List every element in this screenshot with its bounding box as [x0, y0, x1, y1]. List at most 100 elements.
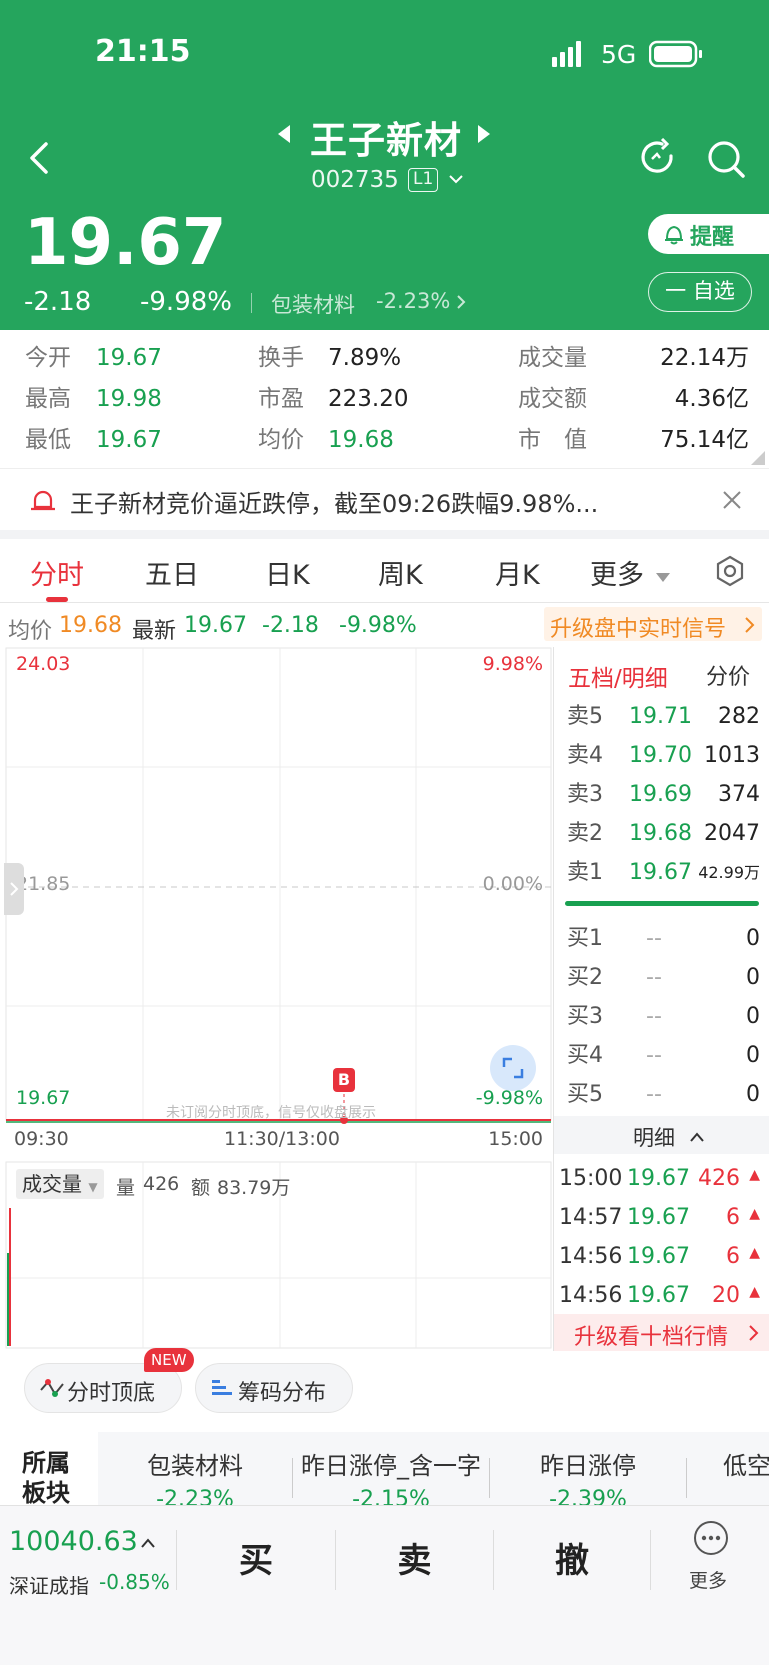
- caret-down-icon: ▼: [88, 1180, 98, 1194]
- ask-price: 19.69: [629, 782, 692, 807]
- high-label: 最高: [25, 386, 71, 412]
- up-arrow-icon: ▲: [749, 1167, 760, 1183]
- ask-row: 卖4 19.70 1013: [554, 736, 769, 775]
- sector-link-name[interactable]: 包装材料: [271, 289, 355, 319]
- next-stock-icon[interactable]: [476, 125, 490, 143]
- sell-button[interactable]: 卖: [336, 1506, 493, 1616]
- upgrade-signal-button[interactable]: 升级盘中实时信号: [544, 607, 762, 642]
- tab-more[interactable]: 更多: [590, 553, 644, 592]
- low-label: 最低: [25, 427, 71, 453]
- watchlist-button[interactable]: 一 自选: [648, 272, 752, 312]
- time-mid: 11:30/13:00: [224, 1128, 340, 1150]
- ask-label: 卖2: [567, 821, 603, 846]
- prev-stock-icon[interactable]: [278, 125, 292, 143]
- sector-item[interactable]: 昨日涨停 -2.39%: [490, 1432, 686, 1507]
- buy-button[interactable]: 买: [177, 1506, 335, 1616]
- ask-row: 卖2 19.68 2047: [554, 814, 769, 853]
- ask-volume: 2047: [704, 821, 760, 846]
- fullscreen-button[interactable]: [490, 1045, 536, 1091]
- bid-volume: 0: [746, 1004, 760, 1029]
- stock-name[interactable]: 王子新材: [310, 110, 462, 164]
- orderbook-tab-level5[interactable]: 五档/明细: [568, 659, 668, 693]
- tab-five-day[interactable]: 五日: [145, 553, 199, 592]
- buy-signal-marker[interactable]: B: [333, 1068, 355, 1092]
- alert-banner[interactable]: 王子新材竞价逼近跌停，截至09:26跌幅9.98%...: [0, 468, 769, 530]
- high-value: 19.98: [96, 386, 162, 412]
- sector-item-pct: -2.23%: [156, 1487, 234, 1507]
- info-change: -2.18: [262, 613, 319, 638]
- sector-items: 包装材料 -2.23% 昨日涨停_含一字 -2.15% 昨日涨停 -2.39% …: [98, 1432, 769, 1507]
- index-widget[interactable]: 10040.63 深证成指 -0.85%: [0, 1506, 176, 1616]
- sector-item-name: 昨日涨停_含一字: [301, 1452, 481, 1480]
- refresh-icon[interactable]: [638, 137, 678, 178]
- price-change: -2.18: [24, 287, 92, 317]
- info-latest-value: 19.67: [184, 613, 247, 638]
- ask-row: 卖5 19.71 282: [554, 697, 769, 736]
- settings-icon[interactable]: [714, 555, 746, 587]
- status-time: 21:15: [95, 34, 191, 69]
- expand-corner-icon[interactable]: [751, 450, 765, 465]
- price-change-pct: -9.98%: [140, 287, 232, 317]
- volume-indicator-select[interactable]: 成交量 ▼: [16, 1169, 104, 1199]
- axis-mid-price: 21.85: [16, 873, 71, 895]
- tab-daily-k[interactable]: 日K: [265, 553, 310, 592]
- back-icon[interactable]: [24, 140, 54, 176]
- sector-strip: 所属板块 包装材料 -2.23% 昨日涨停_含一字 -2.15% 昨日涨停 -2…: [0, 1432, 769, 1507]
- ask-price: 19.70: [629, 743, 692, 768]
- dropdown-icon[interactable]: [656, 568, 670, 582]
- info-latest-label: 最新: [132, 619, 177, 644]
- stock-code: 002735: [311, 167, 399, 193]
- alert-text: 王子新材竞价逼近跌停，截至09:26跌幅9.98%...: [70, 490, 599, 518]
- ask-volume: 1013: [704, 743, 760, 768]
- time-end: 15:00: [488, 1128, 543, 1150]
- info-avg-value: 19.68: [59, 613, 122, 638]
- up-arrow-icon: ▲: [749, 1206, 760, 1222]
- ask-price: 19.67: [629, 860, 692, 885]
- tick-price: 19.67: [627, 1283, 690, 1308]
- bid-label: 买2: [567, 965, 603, 990]
- sector-item[interactable]: 昨日涨停_含一字 -2.15%: [293, 1432, 489, 1507]
- upgrade-level10-button[interactable]: 升级看十档行情: [554, 1314, 769, 1351]
- intraday-top-bottom-label: 分时顶底: [67, 1381, 156, 1406]
- bid-row: 买4 -- 0: [554, 1036, 769, 1075]
- orderbook-tab-price[interactable]: 分价: [706, 659, 750, 691]
- bid-ask-ratio-bar: [565, 901, 759, 906]
- turnover-value: 7.89%: [328, 345, 402, 371]
- tick-time: 14:56: [559, 1244, 623, 1269]
- mcap-label: 市 值: [518, 427, 587, 453]
- more-button[interactable]: 更多: [651, 1506, 769, 1616]
- ask-row: 卖3 19.69 374: [554, 775, 769, 814]
- volume-label: 成交量: [518, 345, 587, 371]
- tab-weekly-k[interactable]: 周K: [378, 553, 423, 592]
- tab-intraday[interactable]: 分时: [30, 553, 84, 592]
- avg-label: 均价: [258, 427, 304, 453]
- ask-price: 19.71: [629, 704, 692, 729]
- more-label: 更多: [689, 1570, 728, 1592]
- expand-icon: [502, 1057, 524, 1079]
- low-value: 19.67: [96, 427, 162, 453]
- ask-label: 卖1: [567, 860, 603, 885]
- more-dots-icon: [694, 1521, 728, 1555]
- chevron-down-icon[interactable]: [447, 172, 465, 186]
- intraday-chart[interactable]: 24.03 9.98% 21.85 0.00% 19.67 -9.98% B 未…: [0, 647, 553, 1351]
- chevron-right-icon[interactable]: [455, 293, 467, 311]
- ask-volume: 282: [718, 704, 760, 729]
- index-change: -0.85%: [99, 1570, 170, 1594]
- close-icon[interactable]: [721, 489, 743, 511]
- chip-distribution-button[interactable]: 筹码分布: [195, 1363, 353, 1413]
- volume-value: 22.14万: [660, 345, 749, 371]
- level-badge[interactable]: L1: [408, 168, 439, 192]
- tab-monthly-k[interactable]: 月K: [495, 553, 540, 592]
- bid-price: --: [646, 1082, 662, 1107]
- ask-volume: 374: [718, 782, 760, 807]
- tick-price: 19.67: [627, 1166, 690, 1191]
- order-book: 五档/明细 分价 卖5 19.71 282 卖4 19.70 1013 卖3 1…: [553, 647, 769, 1351]
- cancel-order-button[interactable]: 撤: [494, 1506, 650, 1616]
- search-icon[interactable]: [705, 138, 747, 180]
- side-collapse-handle[interactable]: [4, 863, 24, 915]
- sector-item[interactable]: 包装材料 -2.23%: [98, 1432, 292, 1507]
- sector-link-change[interactable]: -2.23%: [376, 289, 450, 313]
- detail-toggle[interactable]: 明细: [554, 1116, 769, 1154]
- remind-button[interactable]: 提醒: [648, 214, 769, 254]
- sector-item[interactable]: 低空: [687, 1432, 769, 1507]
